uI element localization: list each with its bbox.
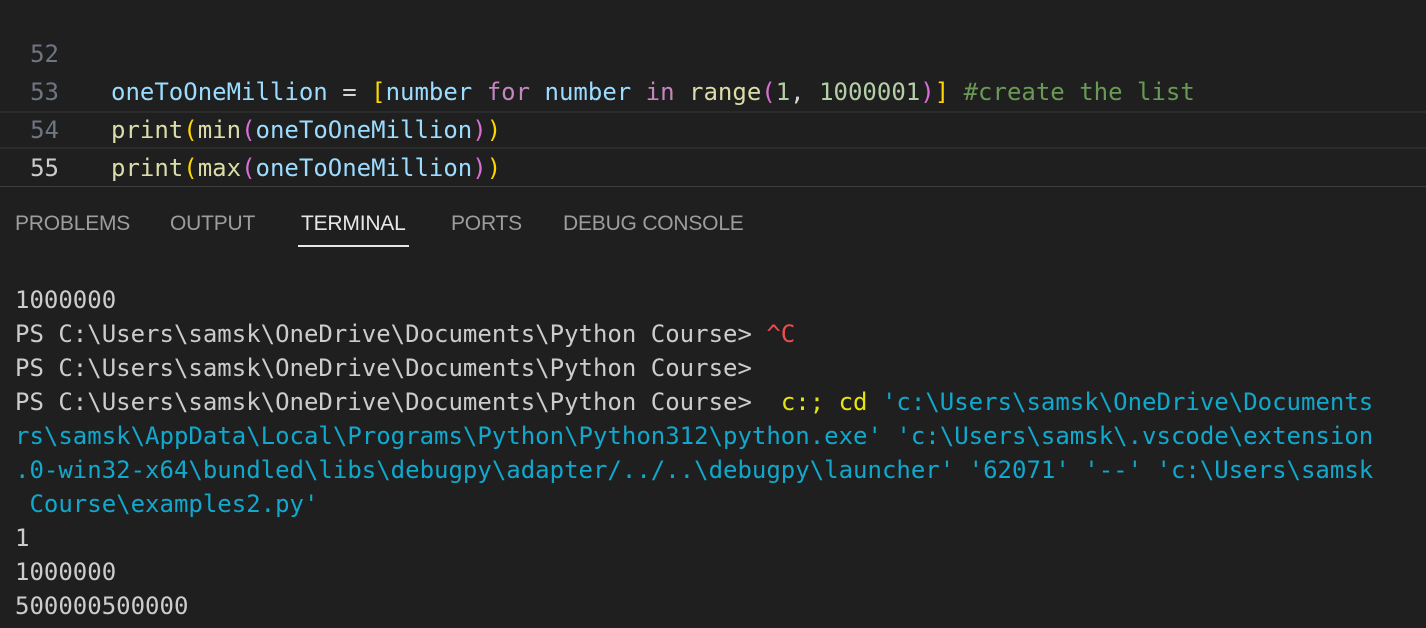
terminal-line: 1 — [15, 521, 29, 555]
tab-debug-console[interactable]: DEBUG CONSOLE — [563, 209, 744, 239]
code-token: oneToOneMillion — [255, 154, 473, 182]
code-token: max — [197, 154, 242, 182]
terminal-line: Course\examples2.py' — [15, 487, 318, 521]
code-line[interactable]: 52 oneToOneMillion = [number for number … — [0, 0, 1426, 106]
terminal-text: c:; cd — [780, 388, 882, 416]
terminal-text: 1000000 — [15, 286, 117, 314]
terminal-line: PS C:\Users\samsk\OneDrive\Documents\Pyt… — [15, 351, 752, 385]
terminal-text: PS C:\Users\samsk\OneDrive\Documents\Pyt… — [15, 388, 781, 416]
terminal-line: 1000000 — [15, 555, 116, 589]
code-line-text[interactable]: print(max(oneToOneMillion)) — [111, 149, 501, 187]
tab-terminal[interactable]: TERMINAL — [298, 209, 409, 247]
terminal-line: rs\samsk\AppData\Local\Programs\Python\P… — [15, 419, 1373, 453]
code-token: ) — [472, 154, 487, 182]
terminal-line: PS C:\Users\samsk\OneDrive\Documents\Pyt… — [15, 385, 1373, 419]
terminal-text: Course\examples2.py' — [15, 490, 319, 518]
panel-tab-bar: PROBLEMS OUTPUT TERMINAL PORTS DEBUG CON… — [0, 187, 1426, 253]
terminal-output[interactable]: 1000000 PS C:\Users\samsk\OneDrive\Docum… — [0, 283, 1426, 628]
terminal-text: 500000500000 — [15, 592, 189, 620]
terminal-text: PS C:\Users\samsk\OneDrive\Documents\Pyt… — [15, 354, 752, 382]
code-editor[interactable]: 52 oneToOneMillion = [number for number … — [0, 0, 1426, 220]
terminal-text: rs\samsk\AppData\Local\Programs\Python\P… — [15, 422, 1374, 450]
code-line-current[interactable]: 55 print(sum(oneToOneMillion)) — [0, 111, 1426, 220]
terminal-line: .0-win32-x64\bundled\libs\debugpy\adapte… — [15, 453, 1373, 487]
terminal-line: 1000000 — [15, 283, 116, 317]
tab-ports[interactable]: PORTS — [451, 209, 522, 239]
terminal-text: 'c:\Users\samsk\OneDrive\Documents — [881, 388, 1374, 416]
terminal-text: 1 — [15, 524, 30, 552]
code-token: ) — [486, 154, 502, 182]
code-token: ( — [241, 154, 256, 182]
terminal-line: PS C:\Users\samsk\OneDrive\Documents\Pyt… — [15, 317, 795, 351]
line-number: 55 — [30, 154, 59, 182]
terminal-text: .0-win32-x64\bundled\libs\debugpy\adapte… — [15, 456, 1374, 484]
terminal-text: PS C:\Users\samsk\OneDrive\Documents\Pyt… — [15, 320, 767, 348]
tab-problems[interactable]: PROBLEMS — [15, 209, 130, 239]
terminal-line: 500000500000 — [15, 589, 188, 623]
bottom-panel: PROBLEMS OUTPUT TERMINAL PORTS DEBUG CON… — [0, 187, 1426, 628]
code-token: print — [111, 154, 184, 182]
code-line[interactable]: 54 print(max(oneToOneMillion)) — [0, 73, 1426, 182]
code-token: ( — [183, 154, 198, 182]
terminal-text: 1000000 — [15, 558, 117, 586]
code-line[interactable]: 53 print(min(oneToOneMillion)) — [0, 35, 1426, 144]
terminal-text: ^C — [766, 320, 796, 348]
tab-output[interactable]: OUTPUT — [170, 209, 255, 239]
